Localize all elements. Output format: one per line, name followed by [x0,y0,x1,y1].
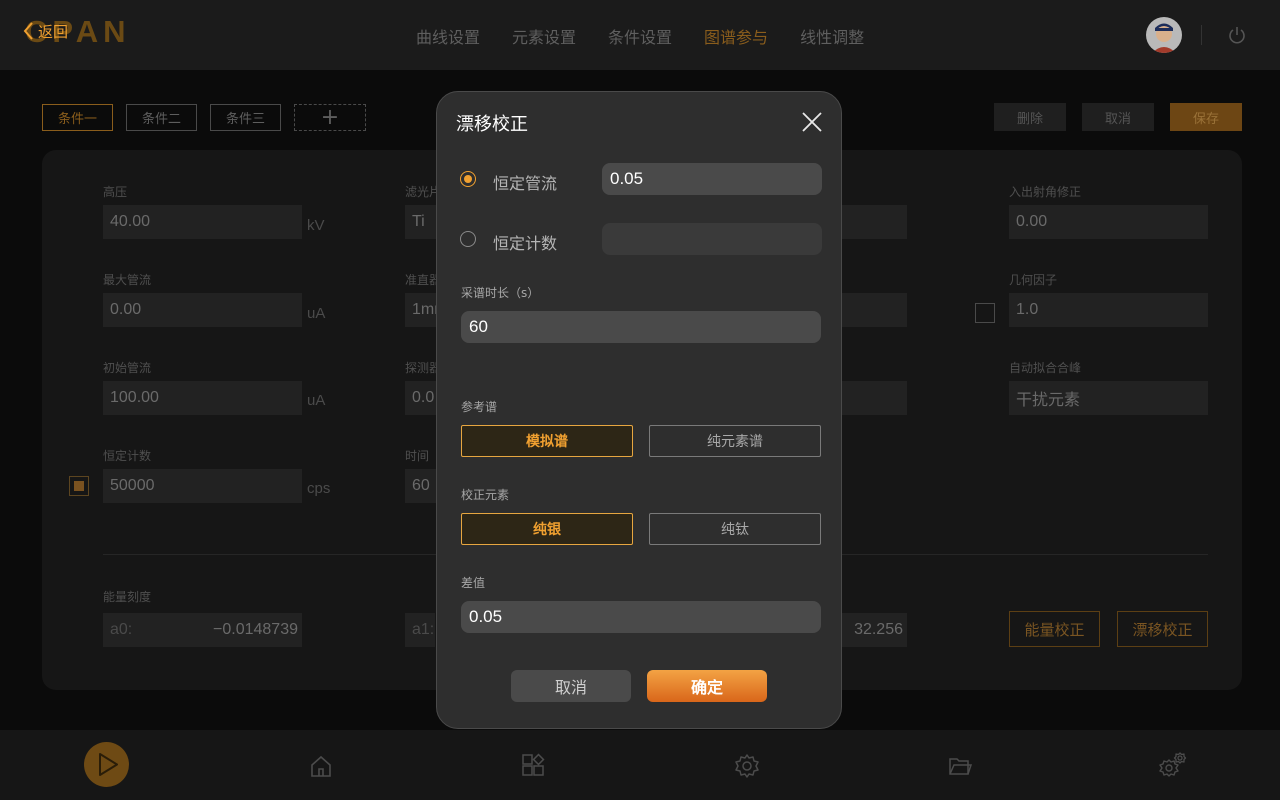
reference-spectrum-label: 参考谱 [461,400,498,414]
geometry-label: 几何因子 [1009,273,1058,287]
tab-condition-2[interactable]: 条件二 [126,104,197,131]
dialog-confirm-button[interactable]: 确定 [647,670,767,702]
ref-simulated-option[interactable]: 模拟谱 [461,425,633,457]
back-button[interactable]: 返回 [22,20,68,42]
time-label: 时间 [405,449,430,463]
geometry-checkbox[interactable] [975,303,995,323]
const-current-radio[interactable] [460,171,476,187]
const-count-unit: cps [307,480,331,497]
drift-calibration-button[interactable]: 漂移校正 [1117,611,1208,647]
tab-condition-1[interactable]: 条件一 [42,104,113,131]
dialog-title: 漂移校正 [456,114,528,135]
a1-label: a1: [412,621,435,638]
incidence-input[interactable]: 0.00 [1009,205,1208,239]
power-icon[interactable] [1227,25,1247,45]
dialog-cancel-button[interactable]: 取消 [511,670,631,702]
const-count-input[interactable]: 50000 [103,469,302,503]
play-icon [99,753,118,776]
add-condition-button[interactable]: + [294,104,366,131]
save-button[interactable]: 保存 [1170,103,1242,131]
folder-icon[interactable] [947,753,973,779]
init-current-input[interactable]: 100.00 [103,381,302,415]
bottom-bar [0,730,1280,800]
max-current-input[interactable]: 0.00 [103,293,302,327]
top-bar: CPAN 返回 曲线设置 元素设置 条件设置 图谱参与 线性调整 [0,0,1280,70]
const-count-dialog-input[interactable] [602,223,822,255]
a0-label: a0: [110,621,133,638]
delete-button[interactable]: 删除 [994,103,1066,131]
tab-condition-3[interactable]: 条件三 [210,104,281,131]
a0-field[interactable]: a0: −0.0148739 [103,613,302,647]
elem-titanium-option[interactable]: 纯钛 [649,513,821,545]
back-label: 返回 [38,22,69,41]
chevron-left-icon [23,22,33,40]
max-current-unit: uA [307,305,326,322]
tab-element-settings[interactable]: 元素设置 [512,24,576,48]
auto-fit-label: 自动拟合合峰 [1009,361,1082,375]
main-nav: 曲线设置 元素设置 条件设置 图谱参与 线性调整 [400,24,880,48]
advanced-settings-icon[interactable] [1158,750,1188,780]
apps-icon[interactable] [520,753,546,779]
difference-input[interactable]: 0.05 [461,601,821,633]
user-avatar-icon [1152,23,1176,53]
duration-input[interactable]: 60 [461,311,821,343]
incidence-label: 入出射角修正 [1009,185,1082,199]
energy-calibration-button[interactable]: 能量校正 [1009,611,1100,647]
auto-fit-select[interactable]: 干扰元素 [1009,381,1208,415]
init-current-unit: uA [307,392,326,409]
duration-label: 采谱时长（s） [461,286,540,300]
close-icon[interactable] [801,111,823,133]
energy-scale-label: 能量刻度 [103,590,152,604]
difference-label: 差值 [461,576,486,590]
gear-icon[interactable] [734,753,760,779]
tab-spectrum[interactable]: 图谱参与 [704,24,768,48]
high-voltage-input[interactable]: 40.00 [103,205,302,239]
ref-pure-element-option[interactable]: 纯元素谱 [649,425,821,457]
tab-curve-settings[interactable]: 曲线设置 [416,24,480,48]
const-count-checkbox[interactable] [69,476,89,496]
tab-linear-adjust[interactable]: 线性调整 [800,24,864,48]
a0-value: −0.0148739 [213,621,298,638]
cancel-button[interactable]: 取消 [1082,103,1154,131]
const-count-dialog-label: 恒定计数 [493,234,558,253]
const-count-radio[interactable] [460,231,476,247]
geometry-input[interactable]: 1.0 [1009,293,1208,327]
correction-element-label: 校正元素 [461,488,510,502]
const-current-input[interactable]: 0.05 [602,163,822,195]
high-voltage-label: 高压 [103,185,128,199]
play-button[interactable] [84,742,129,787]
max-current-label: 最大管流 [103,273,152,287]
a1-field[interactable]: a1: [405,613,435,647]
init-current-label: 初始管流 [103,361,152,375]
const-count-label: 恒定计数 [103,449,152,463]
home-icon[interactable] [308,753,334,779]
tab-condition-settings[interactable]: 条件设置 [608,24,672,48]
divider [1201,25,1202,45]
elem-silver-option[interactable]: 纯银 [461,513,633,545]
avatar[interactable] [1146,17,1182,53]
high-voltage-unit: kV [307,217,325,234]
drift-calibration-dialog: 漂移校正 恒定管流 0.05 恒定计数 采谱时长（s） 60 参考谱 模拟谱 纯… [436,91,842,729]
const-current-label: 恒定管流 [493,174,558,193]
